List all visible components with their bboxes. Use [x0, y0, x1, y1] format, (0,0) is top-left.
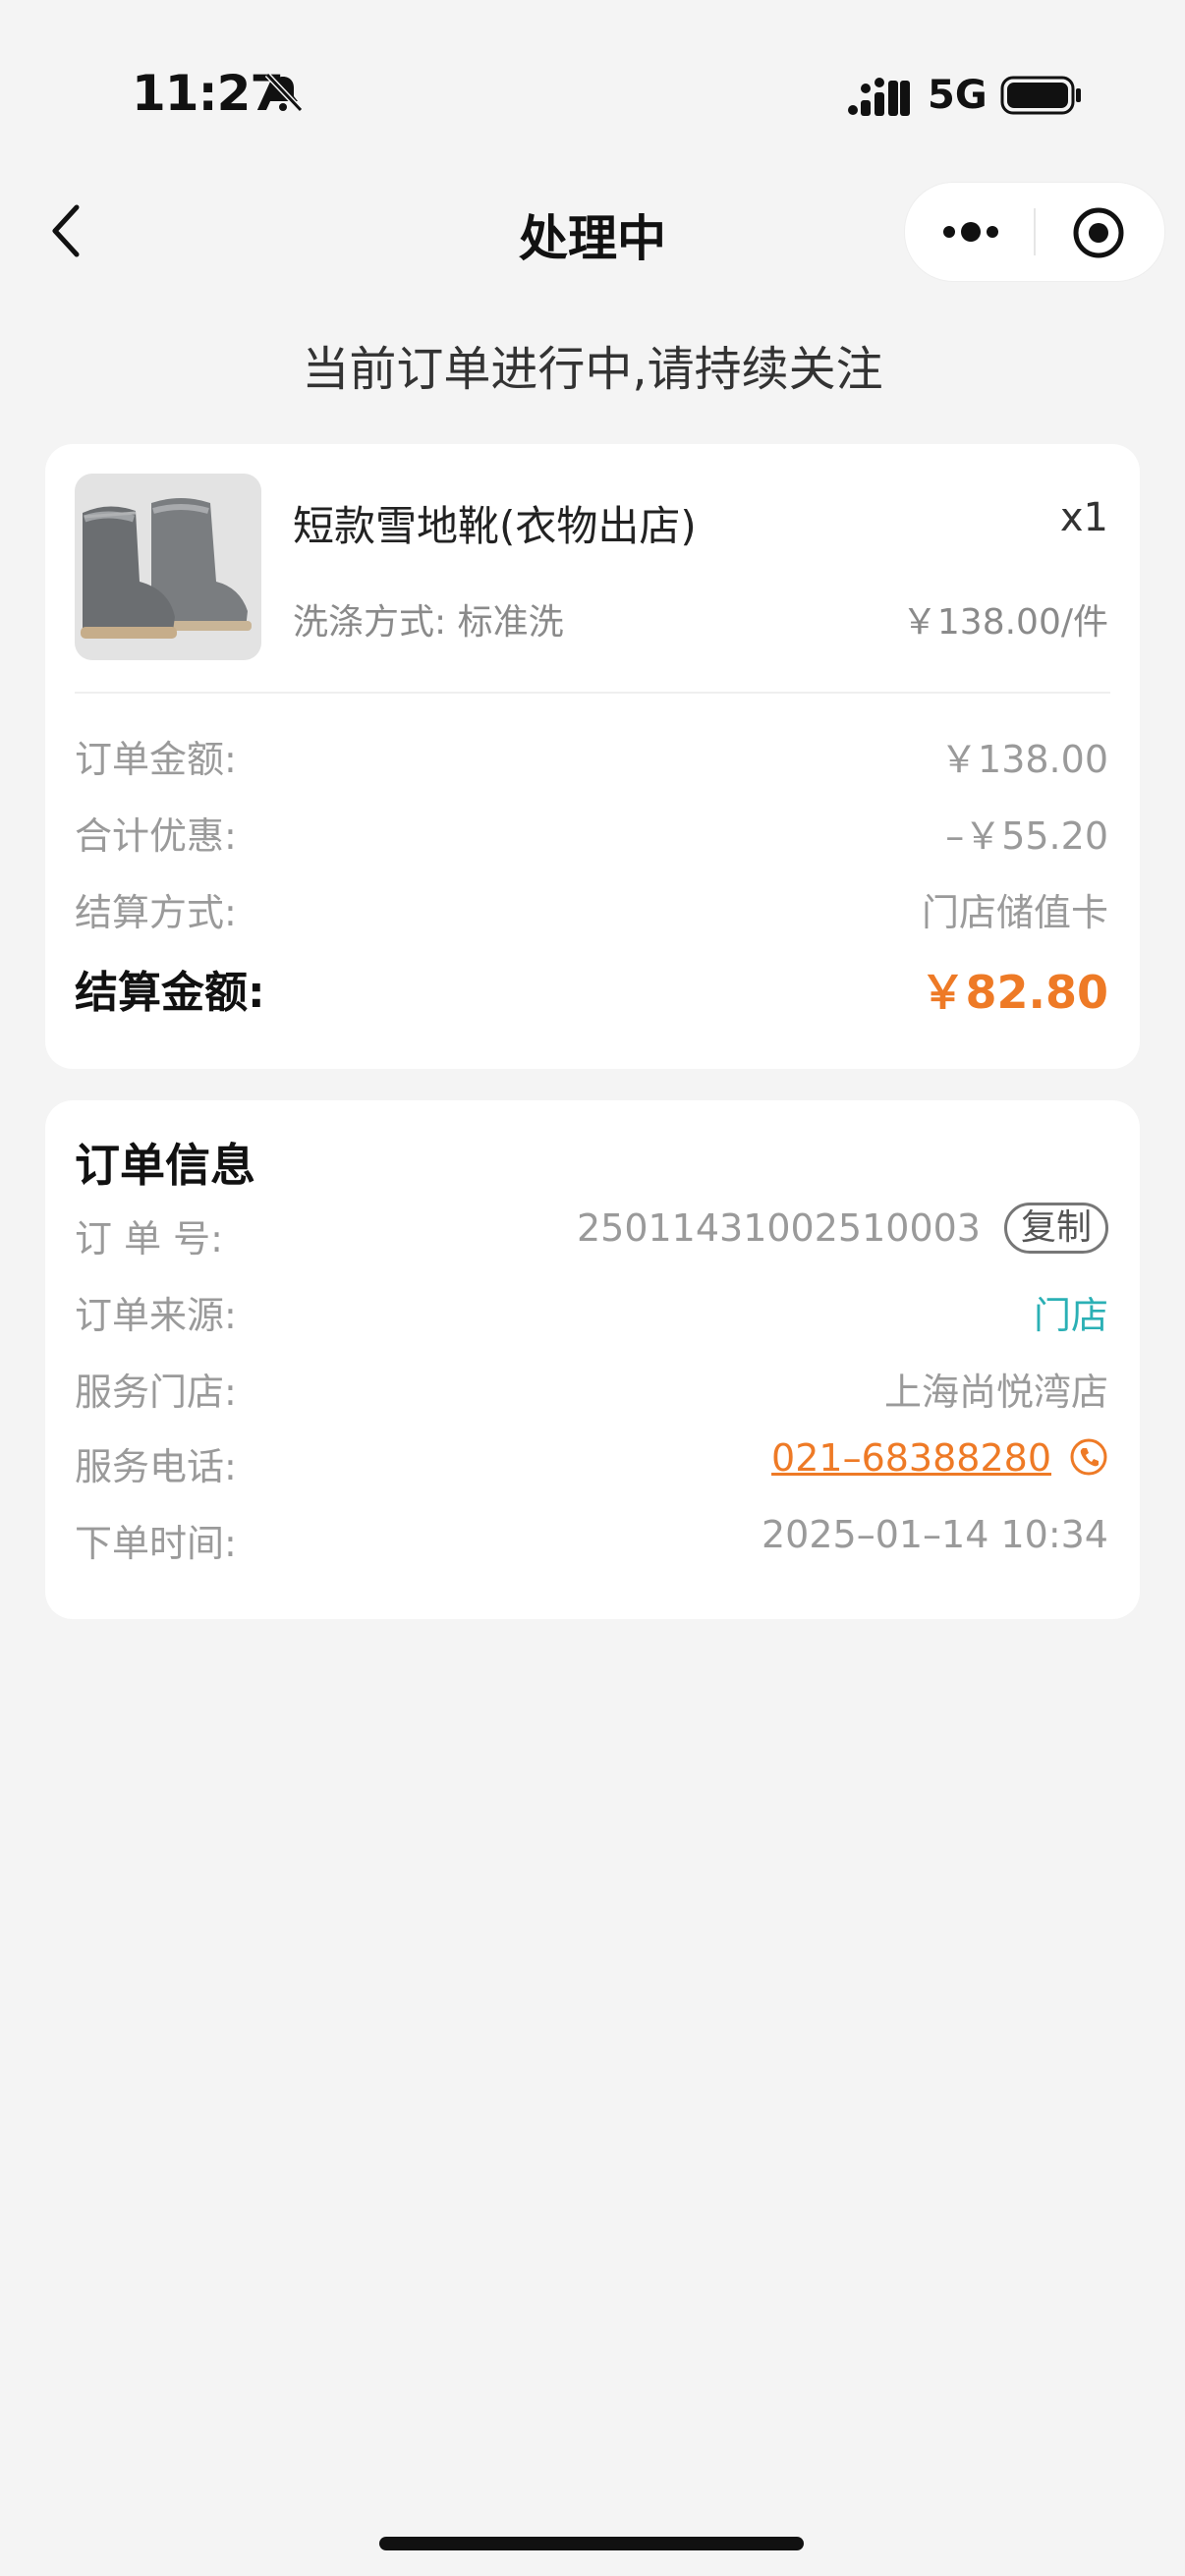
row-value: 021–68388280 — [771, 1436, 1108, 1480]
total-value: ￥82.80 — [920, 966, 1108, 1019]
discount-row: 合计优惠: –￥55.20 — [75, 806, 1108, 865]
order-info-card: 订单信息 订 单 号: 25011431002510003 复制 订单来源: 门店… — [45, 1100, 1140, 1619]
order-status-subtitle: 当前订单进行中,请持续关注 — [302, 342, 883, 397]
product-image — [75, 474, 261, 660]
row-label: 结算方式: — [75, 891, 237, 934]
signal-icon — [848, 78, 910, 116]
row-label: 服务门店: — [75, 1371, 237, 1414]
miniprogram-capsule — [904, 182, 1165, 282]
unit-price: ￥138.00/件 — [901, 602, 1108, 643]
total-amount-row: 结算金额: ￥82.80 — [75, 957, 1108, 1019]
row-label: 订单来源: — [75, 1294, 237, 1337]
home-indicator — [379, 2537, 804, 2550]
more-dots-icon[interactable] — [940, 220, 1001, 244]
nav-bar: 处理中 — [0, 182, 1185, 282]
target-icon[interactable] — [1072, 206, 1125, 259]
wash-method: 洗涤方式: 标准洗 — [293, 602, 564, 643]
capsule-divider — [1034, 208, 1036, 255]
order-source-row: 订单来源: 门店 — [75, 1285, 1108, 1344]
order-number: 25011431002510003 — [576, 1206, 981, 1250]
order-amount-row: 订单金额: ￥138.00 — [75, 729, 1108, 788]
service-phone-row: 服务电话: 021–68388280 — [75, 1436, 1108, 1495]
phone-icon[interactable] — [1069, 1437, 1108, 1477]
divider — [75, 692, 1110, 694]
row-label: 服务电话: — [75, 1445, 237, 1488]
row-label: 订 单 号: — [75, 1217, 223, 1260]
battery-icon — [1000, 76, 1081, 115]
phone-link[interactable]: 021–68388280 — [771, 1436, 1051, 1480]
copy-button[interactable]: 复制 — [1003, 1203, 1108, 1254]
service-store-row: 服务门店: 上海尚悦湾店 — [75, 1362, 1108, 1421]
row-value: 25011431002510003 复制 — [577, 1203, 1108, 1254]
row-label: 合计优惠: — [75, 814, 237, 858]
total-label: 结算金额: — [75, 968, 265, 1018]
row-value: 门店储值卡 — [921, 891, 1108, 934]
payment-method-row: 结算方式: 门店储值卡 — [75, 882, 1108, 941]
order-source: 门店 — [1033, 1294, 1108, 1337]
row-label: 订单金额: — [75, 738, 237, 781]
bell-slash-icon — [264, 72, 304, 113]
order-number-row: 订 单 号: 25011431002510003 复制 — [75, 1203, 1108, 1267]
service-store: 上海尚悦湾店 — [883, 1371, 1108, 1414]
status-bar: 11:27 5G — [0, 0, 1185, 147]
network-type: 5G — [928, 73, 988, 118]
product-name: 短款雪地靴(衣物出店) — [293, 502, 697, 550]
order-time: 2025–01–14 10:34 — [761, 1513, 1108, 1556]
order-info-title: 订单信息 — [75, 1139, 255, 1192]
row-value: –￥55.20 — [945, 814, 1108, 858]
order-summary-card: 短款雪地靴(衣物出店) x1 洗涤方式: 标准洗 ￥138.00/件 订单金额:… — [45, 444, 1140, 1069]
order-time-row: 下单时间: 2025–01–14 10:34 — [75, 1513, 1108, 1572]
row-label: 下单时间: — [75, 1522, 237, 1565]
row-value: ￥138.00 — [940, 738, 1108, 781]
product-quantity: x1 — [1059, 495, 1108, 540]
